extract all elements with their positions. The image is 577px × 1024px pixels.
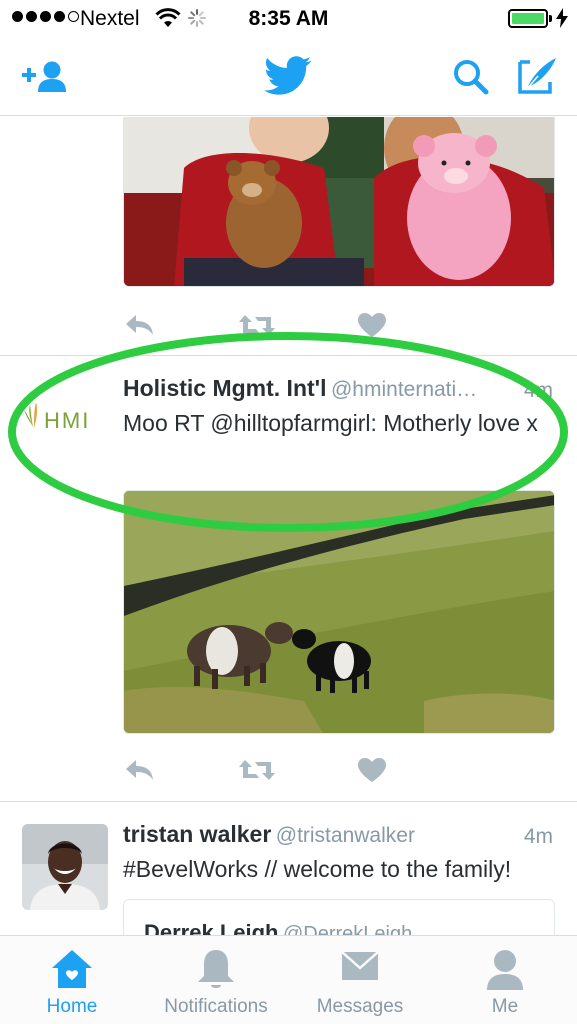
- tweet-timestamp: 4m: [523, 825, 553, 848]
- tab-label: Home: [46, 996, 98, 1017]
- retweet-icon[interactable]: [239, 758, 275, 782]
- heart-icon[interactable]: [358, 313, 386, 337]
- tweet-divider: [0, 801, 577, 802]
- tweet-divider: [0, 355, 577, 356]
- nav-bar: [0, 38, 577, 116]
- tweet-actions: [124, 758, 386, 784]
- tweet-timestamp: 4m: [523, 379, 553, 402]
- cows-in-field-photo: [124, 491, 554, 733]
- tab-label: Messages: [316, 996, 404, 1017]
- twitter-bird-icon[interactable]: [263, 56, 313, 96]
- tab-home[interactable]: Home: [22, 936, 122, 1024]
- add-user-icon[interactable]: [20, 60, 68, 94]
- tweet-author-name[interactable]: tristan walker: [123, 821, 271, 847]
- person-icon: [487, 950, 523, 990]
- quoted-tweet-card[interactable]: Derrek Leigh @DerrekLeigh: [123, 899, 555, 935]
- tristan-walker-avatar[interactable]: [22, 824, 108, 910]
- tweet-text: #BevelWorks // welcome to the family!: [123, 856, 512, 882]
- tweet-header: Holistic Mgmt. Int'l @hminternati…: [123, 375, 555, 402]
- quoted-author-name: Derrek Leigh: [144, 920, 279, 935]
- tab-messages[interactable]: Messages: [305, 936, 415, 1024]
- svg-text:HMI: HMI: [44, 408, 90, 433]
- compose-icon[interactable]: [516, 56, 558, 96]
- battery-icon: [508, 9, 548, 28]
- tweet-header: tristan walker @tristanwalker: [123, 821, 555, 848]
- tweet-author-handle[interactable]: @tristanwalker: [276, 824, 415, 847]
- status-bar: Nextel 8:35 AM: [0, 0, 577, 38]
- tab-bar: Home Notifications Messages Me: [0, 935, 577, 1024]
- reply-icon[interactable]: [124, 758, 156, 782]
- tweet-photo[interactable]: [123, 117, 555, 287]
- tweet-actions: [124, 313, 386, 339]
- tab-me[interactable]: Me: [455, 936, 555, 1024]
- children-with-teddy-bears-photo: [124, 117, 554, 286]
- tweet-text: Moo RT @hilltopfarmgirl: Motherly love x: [123, 410, 538, 436]
- bell-icon: [198, 950, 234, 988]
- clock: 8:35 AM: [248, 7, 329, 30]
- retweet-icon[interactable]: [239, 313, 275, 337]
- tab-label: Me: [491, 996, 519, 1017]
- heart-icon[interactable]: [358, 758, 386, 782]
- envelope-icon: [341, 951, 379, 980]
- hmi-avatar[interactable]: HMI: [22, 400, 108, 440]
- charging-bolt-icon: [556, 8, 568, 28]
- tab-label: Notifications: [164, 996, 268, 1017]
- timeline-feed[interactable]: HMI Holistic Mgmt. Int'l @hminternati… 4…: [0, 117, 577, 935]
- tab-notifications[interactable]: Notifications: [150, 936, 282, 1024]
- home-icon: [52, 950, 92, 988]
- quoted-author-handle: @DerrekLeigh: [282, 923, 413, 935]
- reply-icon[interactable]: [124, 313, 156, 337]
- tweet-photo[interactable]: [123, 490, 555, 734]
- tweet-author-handle[interactable]: @hminternati…: [331, 378, 477, 401]
- search-icon[interactable]: [452, 58, 490, 96]
- tweet-author-name[interactable]: Holistic Mgmt. Int'l: [123, 375, 327, 401]
